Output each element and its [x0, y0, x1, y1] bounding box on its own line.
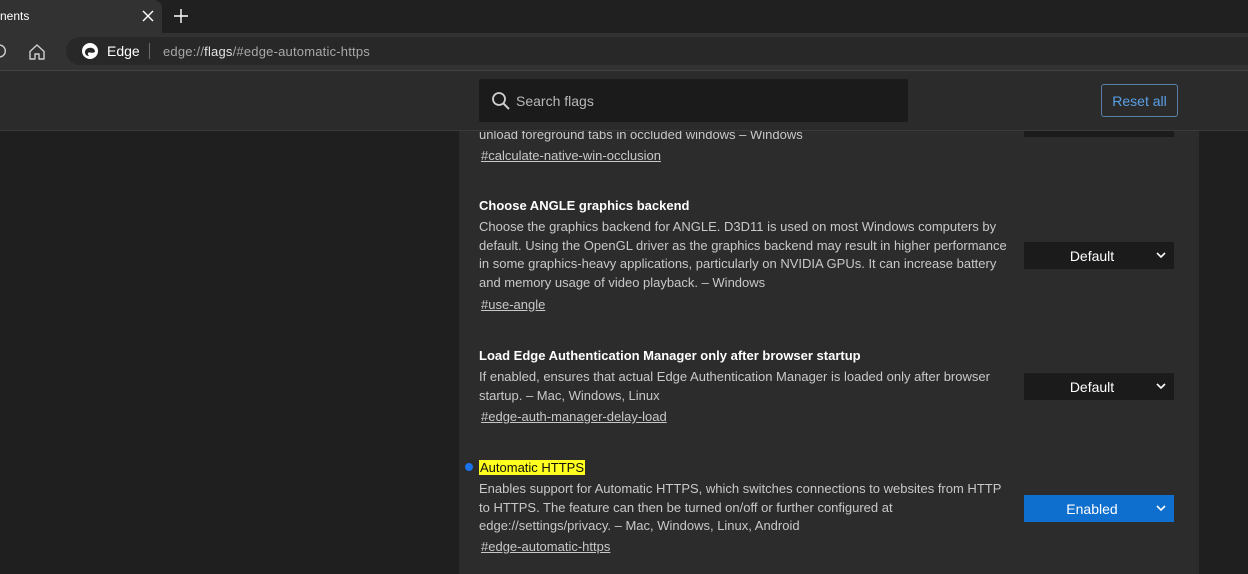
experiment-description: Choose the graphics backend for ANGLE. D… [479, 219, 1007, 291]
divider [149, 43, 150, 59]
chevron-down-icon [1156, 252, 1166, 259]
modified-indicator-dot [465, 463, 473, 471]
select-value: Enabled [1066, 500, 1118, 517]
select-value: Default [1069, 378, 1115, 395]
edge-logo-icon [81, 42, 99, 60]
refresh-icon[interactable] [0, 43, 10, 59]
experiments-list: unload foreground tabs in occluded windo… [459, 131, 1199, 574]
search-input[interactable] [516, 91, 896, 111]
experiment-title: Automatic HTTPS [479, 460, 586, 475]
experiment-description: If enabled, ensures that actual Edge Aut… [479, 369, 990, 403]
experiment-description: Enables support for Automatic HTTPS, whi… [479, 481, 1002, 534]
reset-all-button[interactable]: Reset all [1101, 84, 1178, 117]
experiment-link[interactable]: #calculate-native-win-occlusion [481, 148, 661, 163]
experiment-select[interactable]: Default [1024, 242, 1174, 269]
tab-title: nents [0, 9, 30, 23]
title-highlight: Automatic HTTPS [479, 460, 586, 475]
home-icon[interactable] [26, 41, 48, 63]
chevron-down-icon [1156, 383, 1166, 390]
site-name: Edge [107, 43, 140, 59]
tab-active[interactable]: nents [0, 0, 162, 33]
flags-header: Reset all [0, 71, 1248, 131]
experiment-title: Choose ANGLE graphics backend [479, 198, 690, 213]
chevron-down-icon [1156, 505, 1166, 512]
plus-icon[interactable] [170, 5, 192, 27]
experiment-description: unload foreground tabs in occluded windo… [479, 131, 803, 142]
experiment-select[interactable]: Default [1024, 373, 1174, 400]
experiment-title: Load Edge Authentication Manager only af… [479, 348, 861, 363]
close-icon[interactable] [138, 6, 158, 26]
address-bar[interactable]: Edge edge://flags/#edge-automatic-https [66, 37, 1248, 65]
experiment-link[interactable]: #edge-automatic-https [481, 539, 610, 554]
search-icon [491, 91, 511, 111]
search-box[interactable] [479, 79, 908, 122]
experiment-select[interactable]: Enabled [1024, 495, 1174, 522]
url-text[interactable]: edge://flags/#edge-automatic-https [163, 44, 370, 59]
select-value: Default [1069, 247, 1115, 264]
experiment-link[interactable]: #use-angle [481, 297, 545, 312]
tab-strip: nents [0, 0, 1248, 33]
experiment-link[interactable]: #edge-auth-manager-delay-load [481, 409, 667, 424]
experiment-select-partial[interactable] [1024, 131, 1174, 137]
toolbar: Edge edge://flags/#edge-automatic-https [0, 33, 1248, 71]
